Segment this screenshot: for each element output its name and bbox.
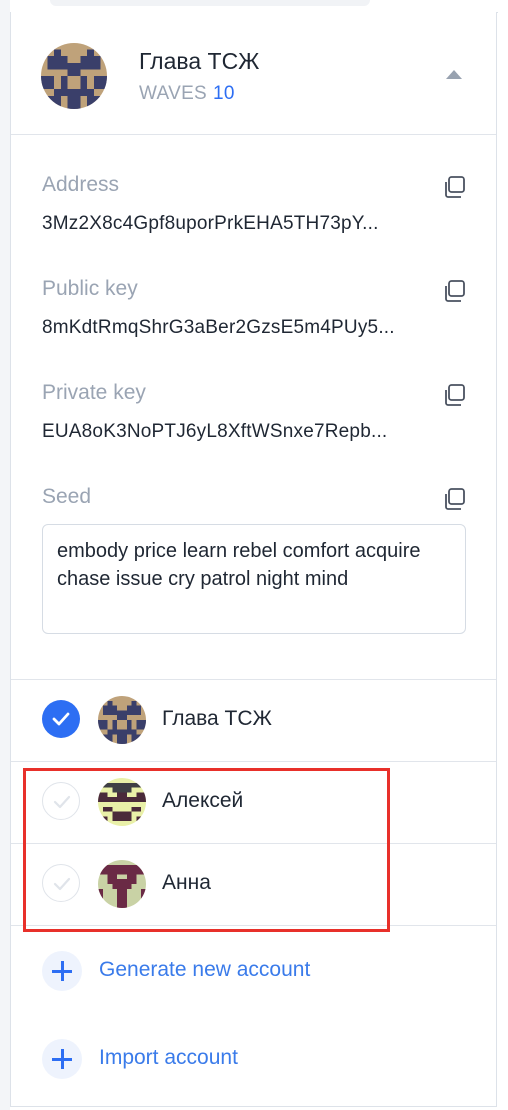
avatar-main bbox=[41, 43, 107, 109]
chevron-up-icon[interactable] bbox=[446, 70, 462, 79]
account-header[interactable]: Глава ТСЖ WAVES 10 bbox=[11, 12, 496, 135]
plus-icon bbox=[42, 951, 82, 991]
copy-icon[interactable] bbox=[442, 175, 466, 199]
account-panel: Глава ТСЖ WAVES 10 Address 3Mz2X8c4Gpf8up… bbox=[10, 12, 497, 1107]
check-icon bbox=[52, 712, 70, 726]
account-balance: WAVES 10 bbox=[139, 83, 235, 105]
copy-icon[interactable] bbox=[442, 279, 466, 303]
seed-field: Seed embody price learn rebel comfort ac… bbox=[42, 485, 466, 634]
check-icon bbox=[53, 795, 71, 809]
import-account-label: Import account bbox=[99, 1046, 238, 1069]
avatar bbox=[98, 696, 146, 744]
account-name-label: Глава ТСЖ bbox=[162, 707, 272, 730]
generate-account-button[interactable]: Generate new account bbox=[42, 951, 372, 991]
address-label: Address bbox=[42, 173, 120, 196]
account-checkbox[interactable] bbox=[42, 782, 80, 820]
avatar bbox=[98, 860, 146, 908]
balance-asset: WAVES bbox=[139, 83, 208, 104]
private-key-field: Private key EUA8oK3NoPTJ6yL8XftWSnxe7Rep… bbox=[42, 381, 466, 443]
seed-label: Seed bbox=[42, 485, 92, 508]
account-checkbox[interactable] bbox=[42, 864, 80, 902]
account-name-label: Анна bbox=[162, 871, 211, 894]
account-row[interactable]: Алексей bbox=[11, 761, 496, 843]
avatar bbox=[98, 778, 146, 826]
account-row[interactable]: Глава ТСЖ bbox=[11, 679, 496, 761]
account-name-label: Алексей bbox=[162, 789, 244, 812]
balance-value: 10 bbox=[213, 83, 235, 104]
address-field: Address 3Mz2X8c4Gpf8uporPrkEHA5TH73pY... bbox=[42, 173, 466, 235]
generate-account-label: Generate new account bbox=[99, 958, 311, 981]
public-key-value[interactable]: 8mKdtRmqShrG3aBer2GzsE5m4PUy5... bbox=[42, 317, 462, 339]
address-value[interactable]: 3Mz2X8c4Gpf8uporPrkEHA5TH73pY... bbox=[42, 213, 462, 235]
private-key-label: Private key bbox=[42, 381, 146, 404]
copy-icon[interactable] bbox=[442, 383, 466, 407]
account-name: Глава ТСЖ bbox=[139, 48, 260, 74]
check-icon bbox=[53, 877, 71, 891]
account-row[interactable]: Анна bbox=[11, 843, 496, 925]
private-key-value[interactable]: EUA8oK3NoPTJ6yL8XftWSnxe7Repb... bbox=[42, 421, 462, 443]
copy-icon[interactable] bbox=[442, 487, 466, 511]
row-divider bbox=[11, 925, 496, 927]
public-key-label: Public key bbox=[42, 277, 138, 300]
seed-textarea[interactable]: embody price learn rebel comfort acquire… bbox=[42, 524, 466, 634]
public-key-field: Public key 8mKdtRmqShrG3aBer2GzsE5m4PUy5… bbox=[42, 277, 466, 339]
account-checkbox[interactable] bbox=[42, 700, 80, 738]
page-left-gutter bbox=[0, 0, 10, 1110]
import-account-button[interactable]: Import account bbox=[42, 1039, 302, 1079]
plus-icon bbox=[42, 1039, 82, 1079]
top-shadow-bar bbox=[50, 0, 370, 6]
